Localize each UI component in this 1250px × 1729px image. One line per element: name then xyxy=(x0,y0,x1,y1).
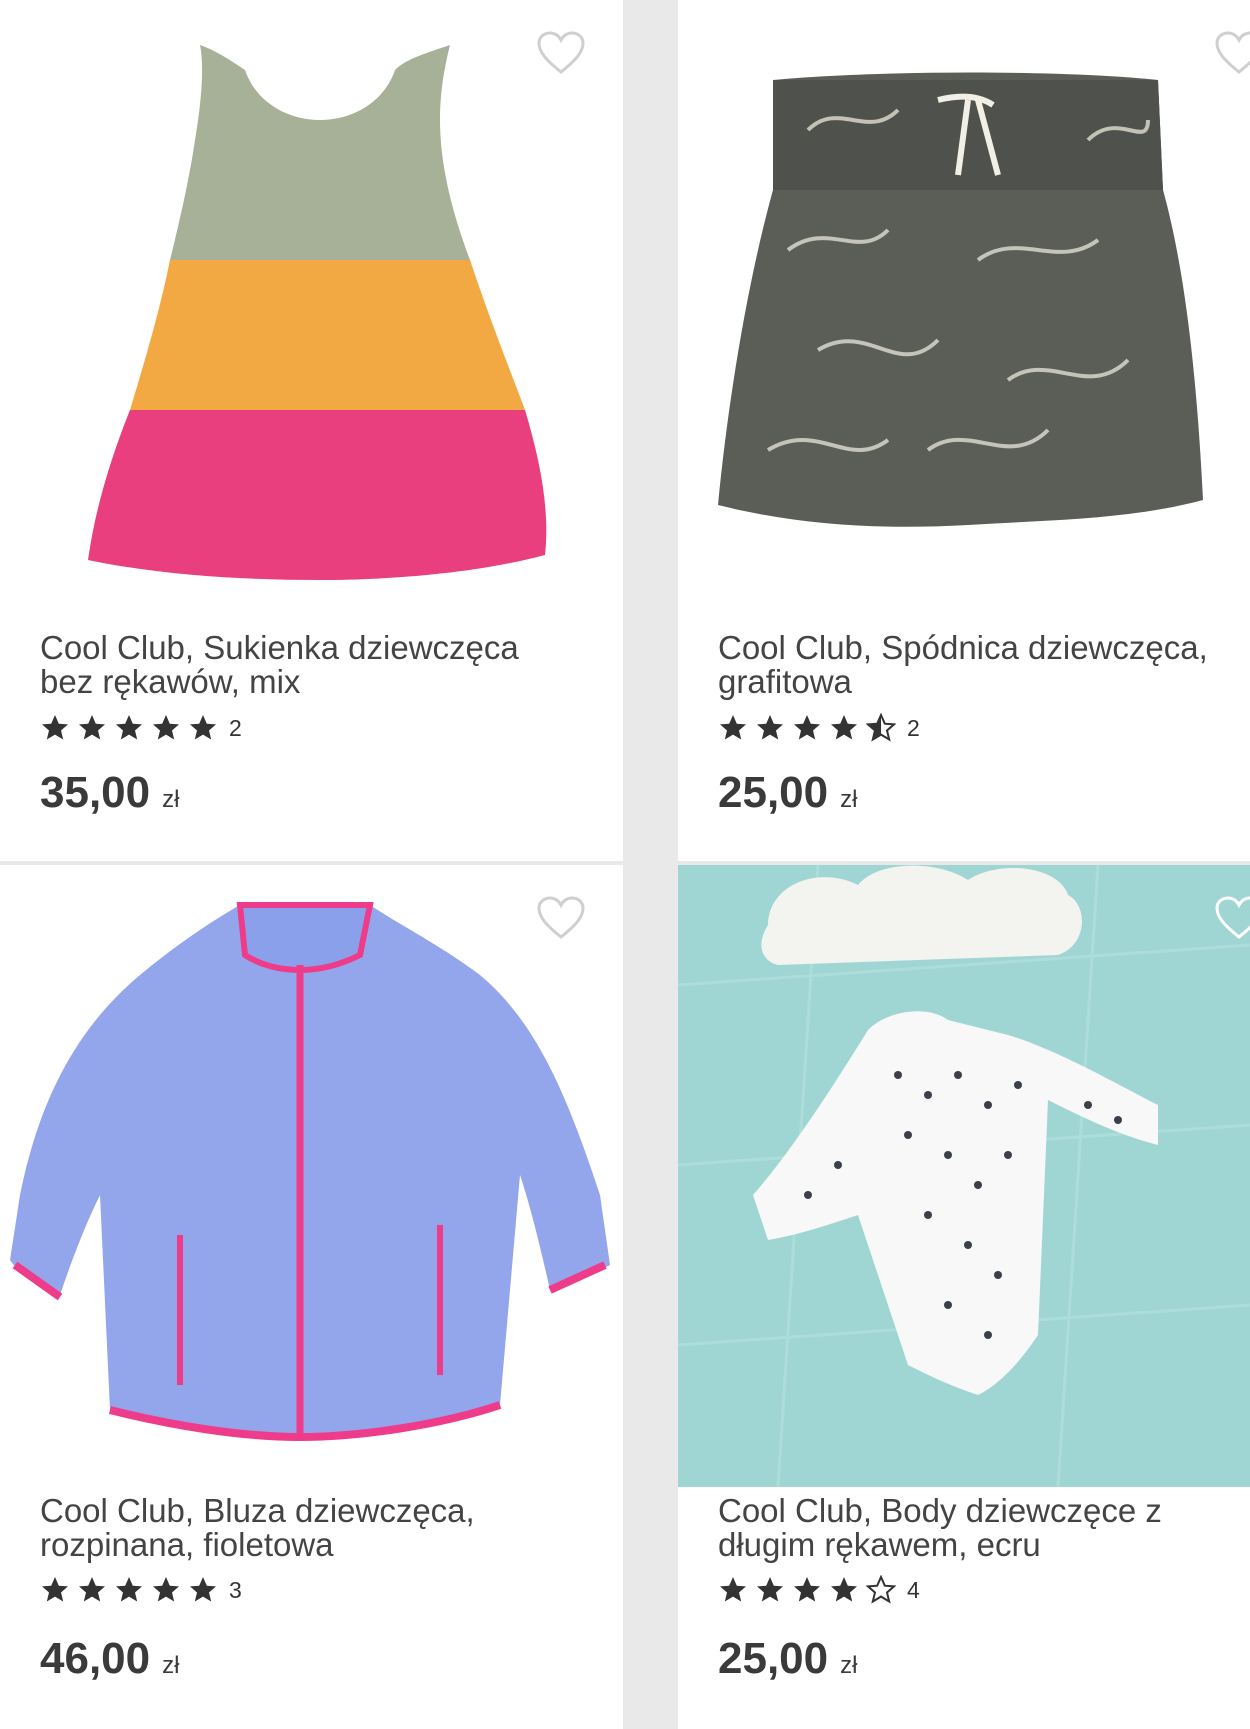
star-half-icon xyxy=(866,713,896,742)
product-rating: 3 xyxy=(40,1575,242,1605)
product-title[interactable]: Cool Club, Body dziewczęce z długim ręka… xyxy=(718,1494,1238,1562)
product-title[interactable]: Cool Club, Bluza dziewczęca, rozpinana, … xyxy=(40,1494,580,1562)
star-filled-icon xyxy=(116,715,142,740)
product-card[interactable]: Cool Club, Sukienka dziewczęca bez rękaw… xyxy=(0,0,623,861)
favorite-heart-icon[interactable] xyxy=(536,895,586,941)
product-card[interactable]: Cool Club, Spódnica dziewczęca, grafitow… xyxy=(678,0,1250,861)
rating-stars xyxy=(718,713,903,743)
product-card[interactable]: Cool Club, Body dziewczęce z długim ręka… xyxy=(678,865,1250,1729)
product-image-skirt[interactable] xyxy=(678,0,1250,600)
product-rating: 2 xyxy=(40,713,242,743)
star-filled-icon xyxy=(190,1577,216,1602)
rating-count: 3 xyxy=(229,1576,242,1603)
star-filled-icon xyxy=(720,715,746,740)
product-image-bodysuit[interactable] xyxy=(678,865,1250,1487)
product-title[interactable]: Cool Club, Sukienka dziewczęca bez rękaw… xyxy=(40,631,580,699)
star-filled-icon xyxy=(79,1577,105,1602)
star-filled-icon xyxy=(42,715,68,740)
star-filled-icon xyxy=(794,1577,820,1602)
star-filled-icon xyxy=(153,1577,179,1602)
rating-count: 2 xyxy=(229,714,242,741)
price-value: 46,00 xyxy=(40,1634,151,1683)
price-currency: zł xyxy=(840,1652,858,1679)
price-currency: zł xyxy=(840,786,858,813)
rating-stars xyxy=(40,713,225,743)
star-filled-icon xyxy=(757,715,783,740)
favorite-heart-icon[interactable] xyxy=(1214,30,1250,76)
price-value: 35,00 xyxy=(40,768,151,817)
star-filled-icon xyxy=(757,1577,783,1602)
price-value: 25,00 xyxy=(718,768,829,817)
product-price: 25,00 zł xyxy=(718,768,857,818)
price-value: 25,00 xyxy=(718,1634,829,1683)
star-filled-icon xyxy=(79,715,105,740)
product-price: 46,00 zł xyxy=(40,1634,179,1684)
favorite-heart-icon[interactable] xyxy=(1214,895,1250,941)
rating-stars xyxy=(40,1575,225,1605)
star-filled-icon xyxy=(831,715,857,740)
star-filled-icon xyxy=(153,715,179,740)
star-filled-icon xyxy=(831,1577,857,1602)
star-filled-icon xyxy=(720,1577,746,1602)
rating-stars xyxy=(718,1575,903,1605)
product-card[interactable]: Cool Club, Bluza dziewczęca, rozpinana, … xyxy=(0,865,623,1729)
rating-count: 2 xyxy=(907,714,920,741)
product-rating: 4 xyxy=(718,1575,920,1605)
product-rating: 2 xyxy=(718,713,920,743)
product-image-dress[interactable] xyxy=(0,0,623,600)
product-price: 25,00 zł xyxy=(718,1634,857,1684)
product-price: 35,00 zł xyxy=(40,768,179,818)
star-filled-icon xyxy=(42,1577,68,1602)
star-filled-icon xyxy=(794,715,820,740)
star-filled-icon xyxy=(190,715,216,740)
star-empty-icon xyxy=(866,1575,896,1604)
star-filled-icon xyxy=(116,1577,142,1602)
product-image-jacket[interactable] xyxy=(0,865,623,1485)
price-currency: zł xyxy=(162,1652,180,1679)
rating-count: 4 xyxy=(907,1576,920,1603)
product-title[interactable]: Cool Club, Spódnica dziewczęca, grafitow… xyxy=(718,631,1238,699)
favorite-heart-icon[interactable] xyxy=(536,30,586,76)
price-currency: zł xyxy=(162,786,180,813)
